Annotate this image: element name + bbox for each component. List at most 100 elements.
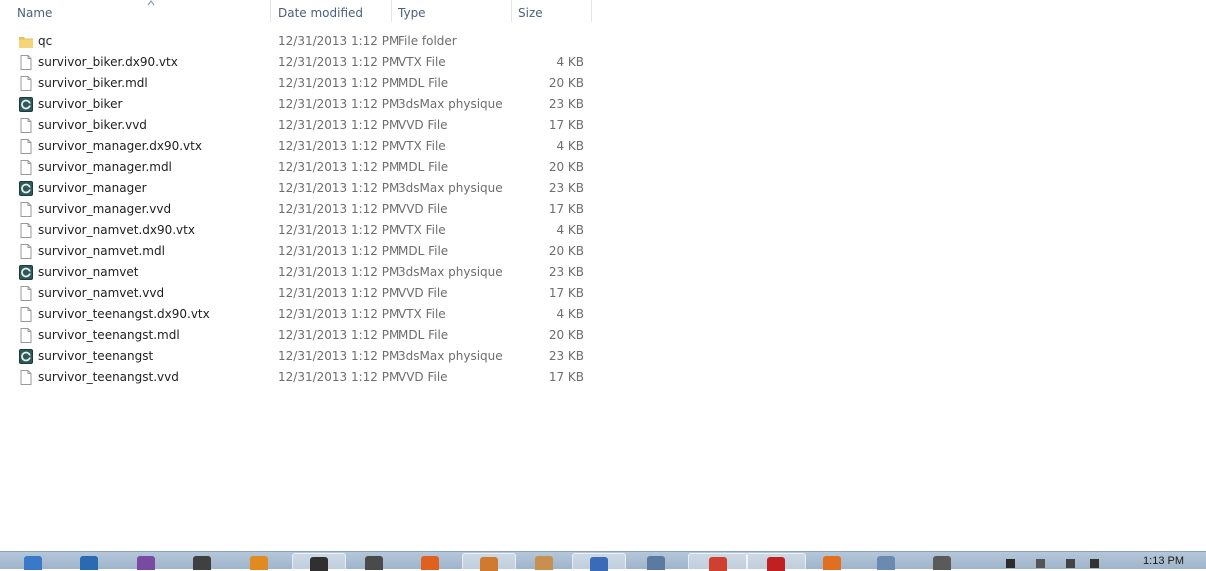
file-row[interactable]: survivor_namvet.dx90.vtx 12/31/2013 1:12 … xyxy=(0,220,600,241)
taskbar-button[interactable] xyxy=(348,553,400,570)
file-row[interactable]: qc 12/31/2013 1:12 PM File folder xyxy=(0,31,600,52)
file-type: VTX File xyxy=(398,223,446,237)
tray-icon[interactable] xyxy=(1090,559,1099,568)
file-date-modified: 12/31/2013 1:12 PM xyxy=(278,370,400,384)
column-header-bar: Name Date modified Type Size xyxy=(0,0,592,26)
taskbar-button[interactable] xyxy=(462,553,516,571)
file-list: qc 12/31/2013 1:12 PM File folder survivor_… xyxy=(0,31,600,388)
file-row[interactable]: survivor_namvet.mdl 12/31/2013 1:12 PM MDL… xyxy=(0,241,600,262)
chrome-icon xyxy=(709,557,727,571)
taskbar-button[interactable] xyxy=(16,553,50,570)
file-date-modified: 12/31/2013 1:12 PM xyxy=(278,202,400,216)
file-size: 23 KB xyxy=(548,265,584,279)
file-size: 20 KB xyxy=(548,244,584,258)
file-date-modified: 12/31/2013 1:12 PM xyxy=(278,76,400,90)
file-row[interactable]: survivor_namvet 12/31/2013 1:12 PM 3dsMax … xyxy=(0,262,600,283)
file-size: 4 KB xyxy=(556,307,584,321)
pinned-app-10-icon xyxy=(590,557,608,571)
file-name: survivor_biker.vvd xyxy=(38,118,147,132)
file-type: 3dsMax physique ... xyxy=(398,181,506,195)
file-size: 20 KB xyxy=(548,76,584,90)
column-header-name[interactable]: Name xyxy=(11,0,271,26)
file-size: 17 KB xyxy=(548,286,584,300)
file-date-modified: 12/31/2013 1:12 PM xyxy=(278,349,400,363)
file-icon xyxy=(19,76,33,91)
taskbar-button[interactable] xyxy=(572,553,626,571)
3dsmax-icon xyxy=(19,265,33,280)
file-row[interactable]: survivor_teenangst.vvd 12/31/2013 1:12 PM… xyxy=(0,367,600,388)
column-header-size-label: Size xyxy=(518,6,543,20)
file-row[interactable]: survivor_biker.dx90.vtx 12/31/2013 1:12 P… xyxy=(0,52,600,73)
tray-icon[interactable] xyxy=(1006,559,1015,568)
file-name: survivor_biker.dx90.vtx xyxy=(38,55,178,69)
column-header-type-label: Type xyxy=(398,6,426,20)
taskbar-button[interactable] xyxy=(862,553,910,570)
file-row[interactable]: survivor_biker.mdl 12/31/2013 1:12 PM MDL … xyxy=(0,73,600,94)
taskbar-button[interactable] xyxy=(128,553,164,570)
file-type: MDL File xyxy=(398,328,449,342)
file-name: survivor_biker xyxy=(38,97,123,111)
file-row[interactable]: survivor_biker.vvd 12/31/2013 1:12 PM VVD … xyxy=(0,115,600,136)
file-size: 20 KB xyxy=(548,160,584,174)
taskbar-button[interactable] xyxy=(518,553,570,570)
file-icon xyxy=(19,160,33,175)
file-name: survivor_teenangst.vvd xyxy=(38,370,179,384)
file-name: survivor_manager.dx90.vtx xyxy=(38,139,202,153)
pinned-app-13-icon xyxy=(767,557,785,571)
taskbar-button[interactable] xyxy=(630,553,682,570)
file-date-modified: 12/31/2013 1:12 PM xyxy=(278,181,400,195)
file-size: 23 KB xyxy=(548,181,584,195)
taskbar-button[interactable] xyxy=(746,553,806,571)
file-date-modified: 12/31/2013 1:12 PM xyxy=(278,139,400,153)
file-name: survivor_namvet xyxy=(38,265,139,279)
column-header-date-label: Date modified xyxy=(278,6,364,20)
file-name: survivor_manager.mdl xyxy=(38,160,172,174)
tray-icon[interactable] xyxy=(1036,559,1045,568)
column-header-size[interactable]: Size xyxy=(512,0,592,26)
file-row[interactable]: survivor_manager.mdl 12/31/2013 1:12 PM MD… xyxy=(0,157,600,178)
file-type: VVD File xyxy=(398,202,448,216)
file-name: survivor_teenangst.dx90.vtx xyxy=(38,307,210,321)
file-icon xyxy=(19,286,33,301)
file-row[interactable]: survivor_teenangst 12/31/2013 1:12 PM 3dsM… xyxy=(0,346,600,367)
file-row[interactable]: survivor_biker 12/31/2013 1:12 PM 3dsMax p… xyxy=(0,94,600,115)
file-size: 23 KB xyxy=(548,97,584,111)
taskbar-button[interactable] xyxy=(918,553,966,570)
file-row[interactable]: survivor_manager 12/31/2013 1:12 PM 3dsMax… xyxy=(0,178,600,199)
file-type: 3dsMax physique ... xyxy=(398,265,506,279)
file-type: MDL File xyxy=(398,160,449,174)
taskbar-button[interactable] xyxy=(184,553,220,570)
file-name: survivor_teenangst.mdl xyxy=(38,328,180,342)
taskbar-button[interactable] xyxy=(292,553,346,571)
folder-icon xyxy=(19,34,33,49)
taskbar-button[interactable] xyxy=(238,553,280,570)
column-header-date-modified[interactable]: Date modified xyxy=(272,0,392,26)
file-type: VVD File xyxy=(398,286,448,300)
3dsmax-icon xyxy=(19,181,33,196)
file-name: qc xyxy=(38,34,53,48)
sort-ascending-icon xyxy=(147,0,155,6)
taskbar-clock[interactable]: 1:13 PM xyxy=(1143,555,1184,567)
file-icon xyxy=(19,139,33,154)
file-row[interactable]: survivor_teenangst.dx90.vtx 12/31/2013 1:… xyxy=(0,304,600,325)
taskbar-button[interactable] xyxy=(804,553,860,570)
pinned-app-5-icon xyxy=(310,557,328,571)
file-type: VVD File xyxy=(398,118,448,132)
taskbar-button[interactable] xyxy=(688,553,748,571)
column-header-type[interactable]: Type xyxy=(392,0,512,26)
file-row[interactable]: survivor_namvet.vvd 12/31/2013 1:12 PM VVD… xyxy=(0,283,600,304)
file-icon xyxy=(19,307,33,322)
taskbar-button[interactable] xyxy=(404,553,456,570)
tray-icon[interactable] xyxy=(1066,559,1075,568)
file-name: survivor_namvet.dx90.vtx xyxy=(38,223,195,237)
file-name: survivor_namvet.vvd xyxy=(38,286,165,300)
taskbar-button[interactable] xyxy=(70,553,108,570)
file-date-modified: 12/31/2013 1:12 PM xyxy=(278,328,400,342)
file-date-modified: 12/31/2013 1:12 PM xyxy=(278,55,400,69)
file-row[interactable]: survivor_manager.vvd 12/31/2013 1:12 PM VV… xyxy=(0,199,600,220)
file-name: survivor_manager.vvd xyxy=(38,202,172,216)
file-row[interactable]: survivor_teenangst.mdl 12/31/2013 1:12 PM… xyxy=(0,325,600,346)
file-name: survivor_manager xyxy=(38,181,147,195)
file-icon xyxy=(19,55,33,70)
file-row[interactable]: survivor_manager.dx90.vtx 12/31/2013 1:12… xyxy=(0,136,600,157)
